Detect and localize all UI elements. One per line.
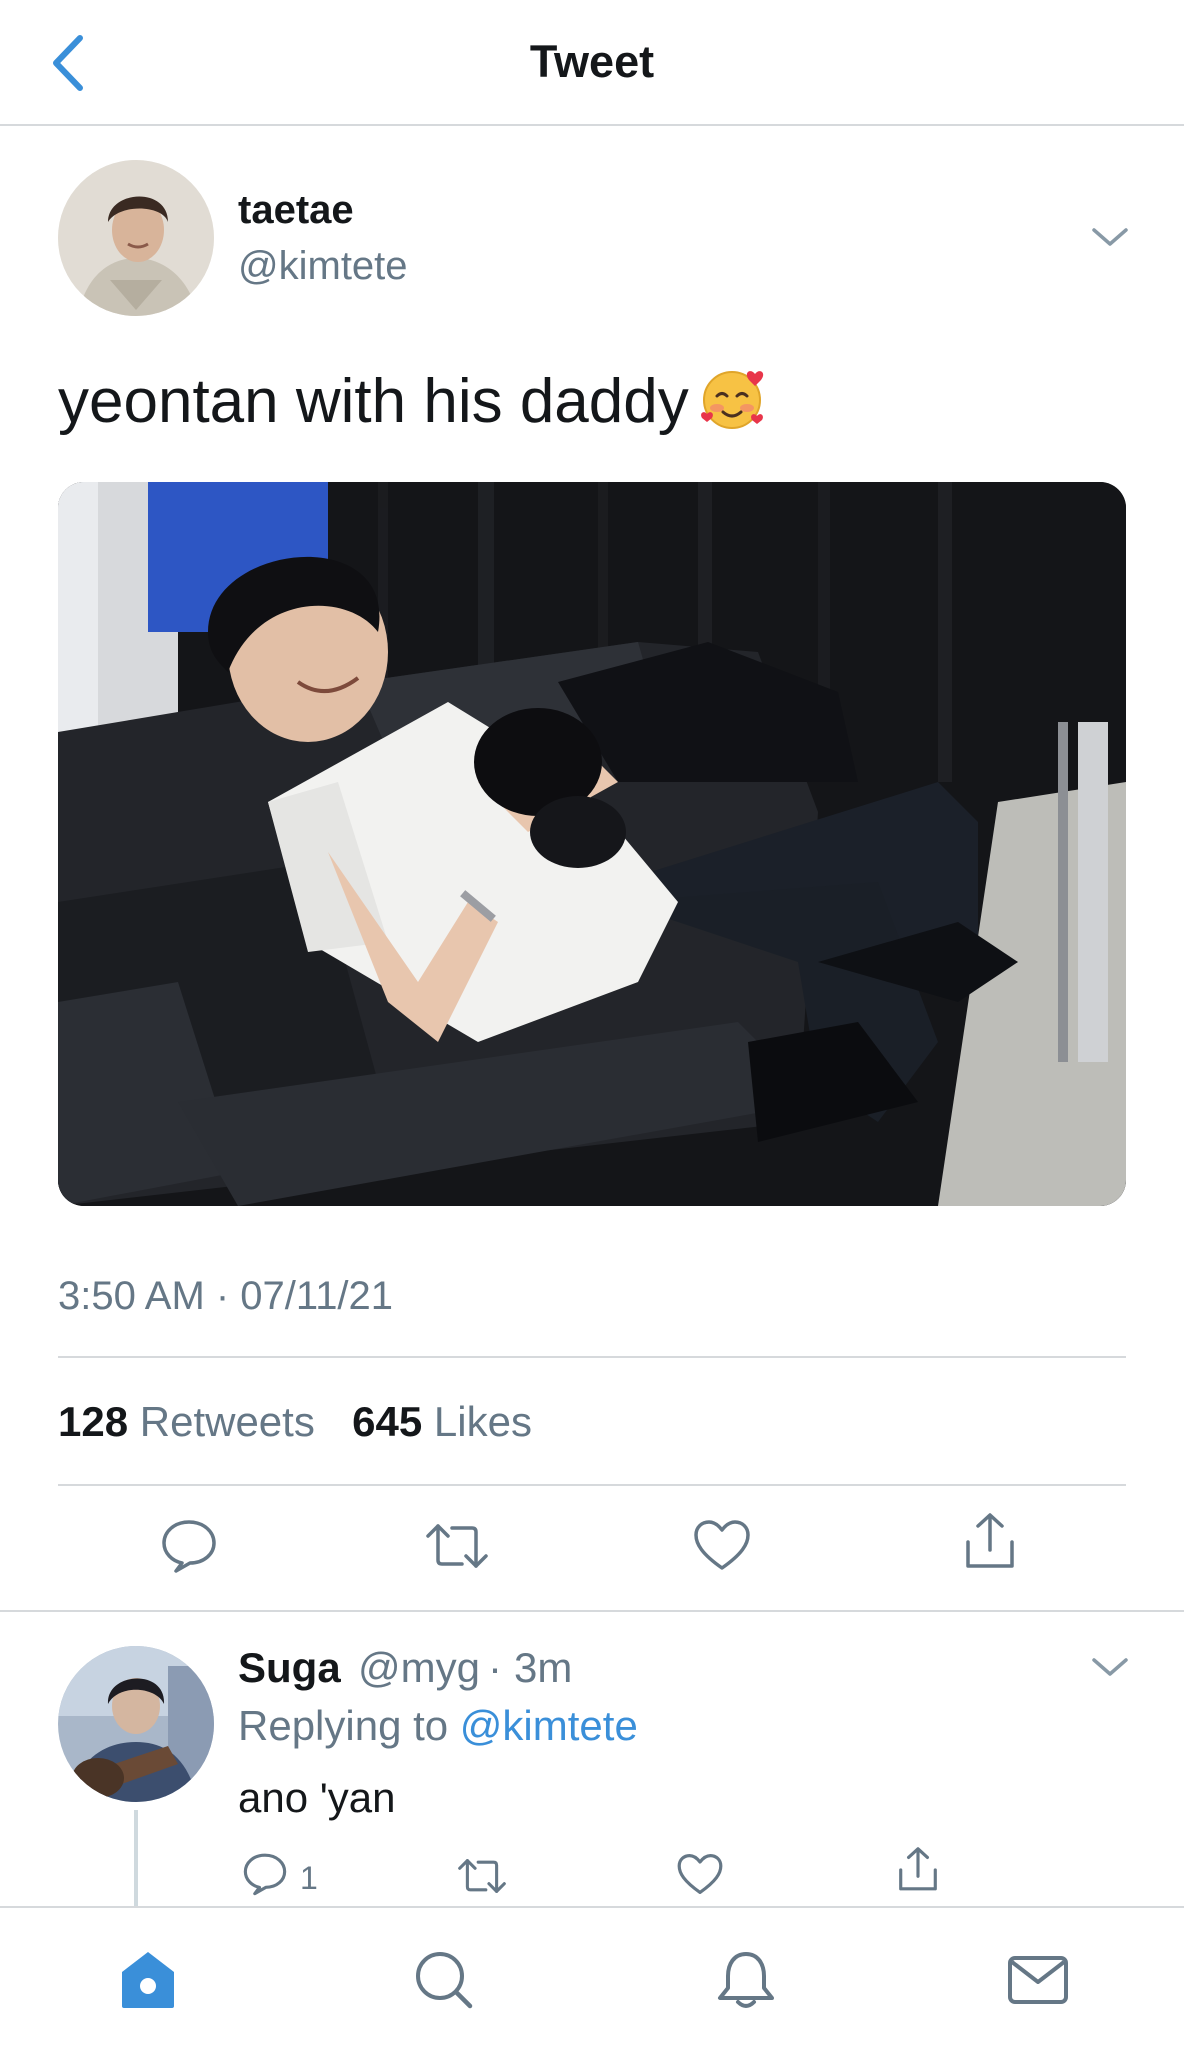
reply-menu-button[interactable] bbox=[1090, 1652, 1130, 1682]
reply-text: ano 'yan bbox=[238, 1774, 396, 1821]
tweet-text: yeontan with his daddy bbox=[58, 366, 769, 437]
chevron-down-icon bbox=[1092, 1658, 1128, 1676]
tweet-menu-button[interactable] bbox=[1090, 222, 1130, 252]
page-title: Tweet bbox=[529, 36, 655, 87]
divider bbox=[0, 1610, 1184, 1612]
reply-reply-count: 1 bbox=[300, 1860, 318, 1896]
reply-author-avatar[interactable] bbox=[58, 1646, 214, 1802]
reply-like-button[interactable] bbox=[676, 1852, 724, 1901]
nav-messages[interactable] bbox=[1006, 1948, 1070, 2012]
reply-reply-button[interactable] bbox=[242, 1852, 288, 1901]
nav-search[interactable] bbox=[412, 1948, 476, 2012]
reply-retweet-button[interactable] bbox=[456, 1856, 508, 1901]
replying-label: Replying to bbox=[238, 1702, 449, 1749]
home-icon bbox=[122, 1952, 174, 2008]
retweet-icon bbox=[426, 1524, 488, 1568]
tweet-stats: 128 Retweets 645 Likes bbox=[58, 1398, 532, 1446]
bottom-nav bbox=[0, 1906, 1184, 2048]
heart-icon bbox=[677, 1854, 723, 1894]
share-button[interactable] bbox=[962, 1512, 1018, 1577]
likes-label: Likes bbox=[433, 1398, 532, 1445]
likes-count: 645 bbox=[352, 1398, 423, 1445]
retweets-stat[interactable]: 128 Retweets bbox=[58, 1398, 315, 1445]
nav-home[interactable] bbox=[116, 1948, 180, 2012]
author-avatar-image bbox=[58, 160, 214, 316]
reply-share-button[interactable] bbox=[896, 1846, 940, 1899]
speech-bubble-icon bbox=[243, 1853, 287, 1896]
reply-avatar-image bbox=[58, 1646, 214, 1802]
reply-separator: · bbox=[488, 1644, 502, 1691]
tweet-text-body: yeontan with his daddy bbox=[58, 367, 689, 436]
reply-button[interactable] bbox=[160, 1518, 218, 1579]
likes-stat[interactable]: 645 Likes bbox=[352, 1398, 532, 1445]
retweet-icon bbox=[458, 1859, 506, 1893]
bell-icon bbox=[718, 1952, 774, 2008]
retweets-label: Retweets bbox=[139, 1398, 315, 1445]
replying-to: Replying to @kimtete bbox=[238, 1702, 638, 1750]
like-button[interactable] bbox=[692, 1518, 752, 1577]
author-avatar[interactable] bbox=[58, 160, 214, 316]
speech-bubble-icon bbox=[162, 1520, 216, 1573]
author-handle[interactable]: @kimtete bbox=[238, 244, 408, 289]
nav-notifications[interactable] bbox=[714, 1948, 778, 2012]
smiling-face-with-hearts-icon bbox=[699, 366, 769, 432]
replying-mention-link[interactable]: @kimtete bbox=[460, 1702, 638, 1749]
heart-icon bbox=[694, 1520, 750, 1570]
mail-icon bbox=[1008, 1956, 1068, 2004]
tweet-photo[interactable] bbox=[58, 482, 1126, 1206]
share-icon bbox=[966, 1513, 1014, 1568]
divider bbox=[58, 1484, 1126, 1486]
divider bbox=[58, 1356, 1126, 1358]
reply-author-handle[interactable]: @myg bbox=[358, 1644, 480, 1692]
chevron-down-icon bbox=[1092, 228, 1128, 246]
tweet-timestamp: 3:50 AM · 07/11/21 bbox=[58, 1274, 394, 1318]
tweet-photo-image bbox=[58, 482, 1126, 1206]
reply-time: 3m bbox=[514, 1644, 573, 1691]
search-icon bbox=[416, 1952, 473, 2009]
top-bar: Tweet bbox=[0, 0, 1184, 126]
retweets-count: 128 bbox=[58, 1398, 129, 1445]
thread-line bbox=[134, 1810, 138, 1910]
retweet-button[interactable] bbox=[424, 1520, 490, 1577]
reply-author-name[interactable]: Suga bbox=[238, 1644, 341, 1692]
share-icon bbox=[899, 1847, 937, 1891]
author-name[interactable]: taetae bbox=[238, 188, 354, 233]
